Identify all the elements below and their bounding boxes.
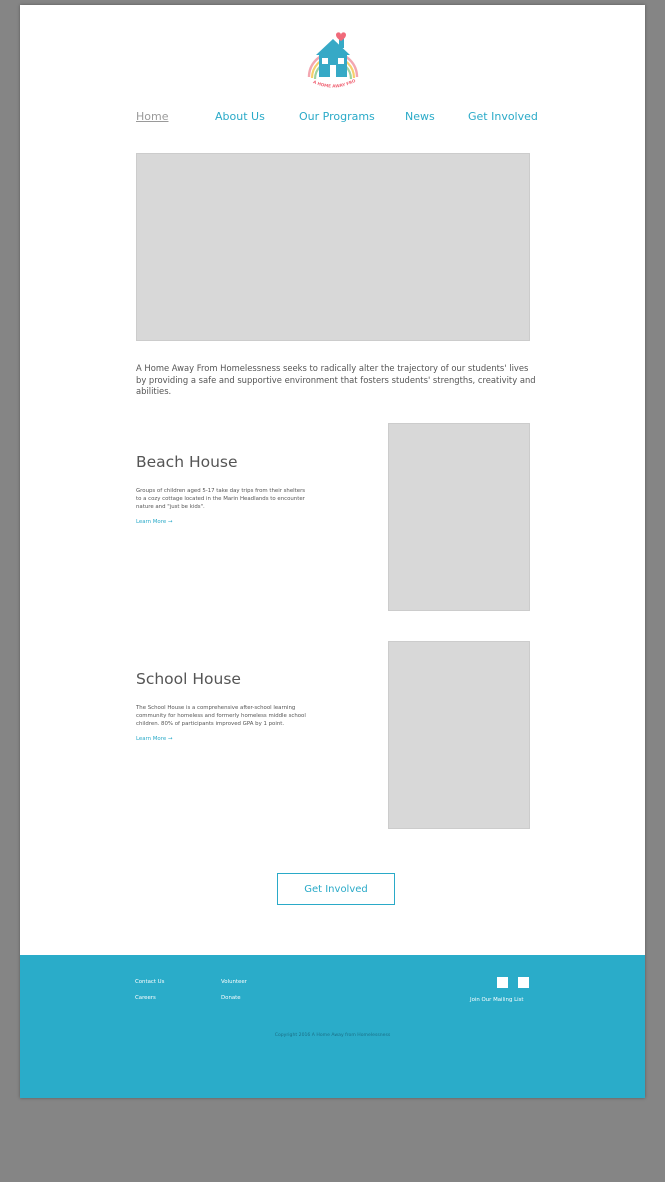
- beach-house-title: Beach House: [136, 453, 238, 471]
- intro-text: A Home Away From Homelessness seeks to r…: [136, 363, 536, 396]
- page: A HOME AWAY FROM HOMELESSNESS Home About…: [20, 5, 645, 1098]
- footer-donate[interactable]: Donate: [221, 995, 241, 1001]
- nav-about-us[interactable]: About Us: [215, 110, 265, 123]
- nav-our-programs[interactable]: Our Programs: [299, 110, 375, 123]
- nav-home[interactable]: Home: [136, 110, 168, 123]
- footer-careers[interactable]: Careers: [135, 995, 156, 1001]
- school-house-description: The School House is a comprehensive afte…: [136, 705, 306, 727]
- get-involved-button[interactable]: Get Involved: [277, 873, 395, 905]
- school-house-learn-more[interactable]: Learn More →: [136, 736, 172, 742]
- social-icon[interactable]: [518, 977, 529, 988]
- footer-volunteer[interactable]: Volunteer: [221, 979, 247, 985]
- beach-house-description: Groups of children aged 5-17 take day tr…: [136, 488, 306, 510]
- mailing-list-link[interactable]: Join Our Mailing List: [470, 997, 524, 1003]
- hero-image: [136, 153, 530, 341]
- site-logo[interactable]: A HOME AWAY FROM HOMELESSNESS: [303, 23, 361, 91]
- footer-contact-us[interactable]: Contact Us: [135, 979, 164, 985]
- school-house-title: School House: [136, 670, 241, 688]
- social-icon[interactable]: [497, 977, 508, 988]
- school-house-image: [388, 641, 530, 829]
- house-logo-icon: A HOME AWAY FROM HOMELESSNESS: [303, 23, 359, 89]
- copyright-text: Copyright 2016 A Home Away from Homeless…: [274, 1033, 391, 1038]
- beach-house-learn-more[interactable]: Learn More →: [136, 519, 172, 525]
- footer: Contact Us Volunteer Careers Donate Join…: [20, 955, 645, 1098]
- nav-get-involved[interactable]: Get Involved: [468, 110, 538, 123]
- beach-house-image: [388, 423, 530, 611]
- nav-news[interactable]: News: [405, 110, 435, 123]
